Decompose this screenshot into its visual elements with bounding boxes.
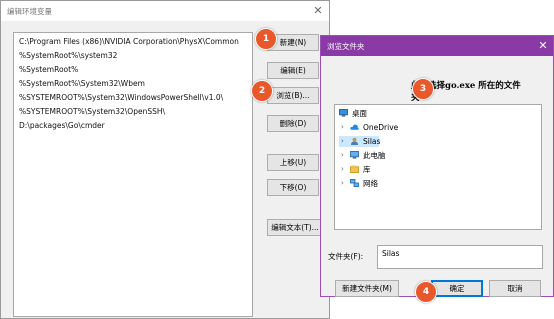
folder-tree[interactable]: 桌面 › OneDrive › Silas › 此电脑 › 库 › 网络 (334, 104, 542, 230)
cancel-button[interactable]: 取消 (489, 280, 541, 297)
ok-button[interactable]: 确定 (431, 280, 483, 297)
list-item[interactable]: D:\packages\Go\cmder (19, 121, 105, 130)
dialog-title: 编辑环境变量 (7, 7, 52, 16)
chevron-right-icon[interactable]: › (341, 136, 344, 147)
tree-item-label: 网络 (363, 179, 378, 188)
edit-text-button[interactable]: 编辑文本(T)... (267, 219, 323, 236)
step-badge-4: 4 (415, 281, 437, 303)
new-folder-button[interactable]: 新建文件夹(M) (335, 280, 399, 297)
list-item[interactable]: %SystemRoot%\system32 (19, 51, 117, 60)
desktop-icon (339, 109, 348, 117)
network-icon (350, 179, 359, 187)
tree-item-silas[interactable]: › Silas (339, 136, 381, 147)
list-item[interactable]: %SYSTEMROOT%\System32\WindowsPowerShell\… (19, 93, 223, 102)
step-badge-2: 2 (251, 80, 273, 102)
list-item[interactable]: C:\Program Files (x86)\NVIDIA Corporatio… (19, 37, 239, 46)
browse-button[interactable]: 浏览(B)... (267, 87, 319, 104)
dialog-titlebar[interactable]: 编辑环境变量 ✕ (1, 1, 329, 21)
edit-env-var-dialog: 编辑环境变量 ✕ C:\Program Files (x86)\NVIDIA C… (0, 0, 330, 319)
dialog-titlebar[interactable]: 浏览文件夹 ✕ (321, 36, 553, 56)
chevron-right-icon[interactable]: › (341, 164, 344, 175)
chevron-right-icon[interactable]: › (341, 178, 344, 189)
chevron-right-icon[interactable]: › (341, 150, 344, 161)
move-down-button[interactable]: 下移(O) (267, 179, 319, 196)
tree-item-label: 库 (363, 165, 371, 174)
browse-folder-dialog: 浏览文件夹 ✕ 此处选择go.exe 所在的文件夹 桌面 › OneDrive … (320, 35, 554, 297)
folder-input[interactable]: Silas (377, 245, 543, 269)
tree-item-label: Silas (363, 137, 381, 146)
close-icon[interactable]: ✕ (310, 3, 326, 19)
tree-item-label: 桌面 (352, 109, 367, 118)
tree-item-label: OneDrive (363, 123, 399, 132)
path-list[interactable]: C:\Program Files (x86)\NVIDIA Corporatio… (13, 32, 253, 317)
dialog-title: 浏览文件夹 (327, 42, 365, 51)
edit-button[interactable]: 编辑(E) (267, 62, 319, 79)
list-item[interactable]: %SYSTEMROOT%\System32\OpenSSH\ (19, 107, 165, 116)
library-icon (350, 165, 359, 173)
step-badge-1: 1 (255, 28, 277, 50)
close-icon[interactable]: ✕ (535, 38, 551, 54)
onedrive-icon (350, 124, 359, 130)
chevron-right-icon[interactable]: › (341, 122, 344, 133)
step-badge-3: 3 (412, 78, 434, 100)
delete-button[interactable]: 删除(D) (267, 115, 319, 132)
tree-item-label: 此电脑 (363, 151, 386, 160)
list-item[interactable]: %SystemRoot%\System32\Wbem (19, 79, 145, 88)
move-up-button[interactable]: 上移(U) (267, 154, 319, 171)
user-folder-icon (350, 137, 359, 145)
list-item[interactable]: %SystemRoot% (19, 65, 78, 74)
this-pc-icon (350, 151, 359, 159)
folder-label: 文件夹(F): (328, 252, 364, 261)
